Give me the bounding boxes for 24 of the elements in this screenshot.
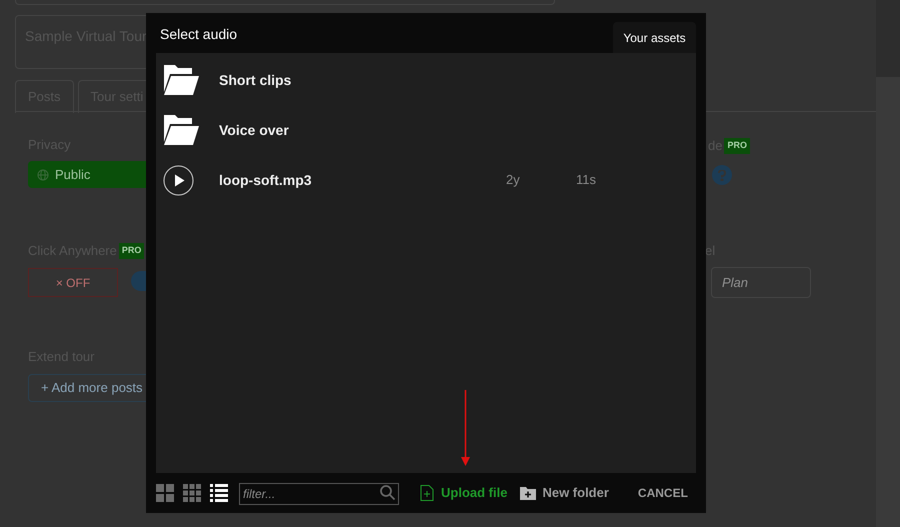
file-age: 2y — [506, 171, 520, 190]
folder-row[interactable]: Short clips — [156, 55, 696, 105]
folder-icon — [163, 115, 199, 145]
upload-file-button[interactable]: Upload file — [420, 483, 508, 503]
folder-plus-icon — [520, 486, 536, 500]
play-icon[interactable] — [163, 164, 194, 196]
filter-field[interactable]: filter... — [239, 483, 399, 505]
small-grid-icon[interactable] — [183, 484, 201, 502]
search-icon — [379, 484, 396, 501]
folder-row[interactable]: Voice over — [156, 105, 696, 155]
dialog-title: Select audio — [160, 25, 238, 44]
pro-badge: PRO — [724, 138, 750, 154]
pro-badge: PRO — [118, 243, 144, 258]
assets-tab[interactable]: Your assets — [613, 22, 696, 53]
new-folder-button[interactable]: New folder — [520, 483, 609, 503]
file-duration: 11s — [576, 171, 596, 190]
cancel-button[interactable]: CANCEL — [638, 484, 688, 502]
list-view-icon[interactable] — [210, 484, 228, 502]
off-toggle[interactable]: × OFF — [28, 268, 118, 297]
large-grid-icon[interactable] — [156, 484, 174, 502]
plan-field[interactable]: Plan — [711, 267, 811, 298]
folder-icon — [163, 65, 199, 95]
file-plus-icon — [420, 485, 434, 501]
globe-icon — [37, 168, 49, 180]
